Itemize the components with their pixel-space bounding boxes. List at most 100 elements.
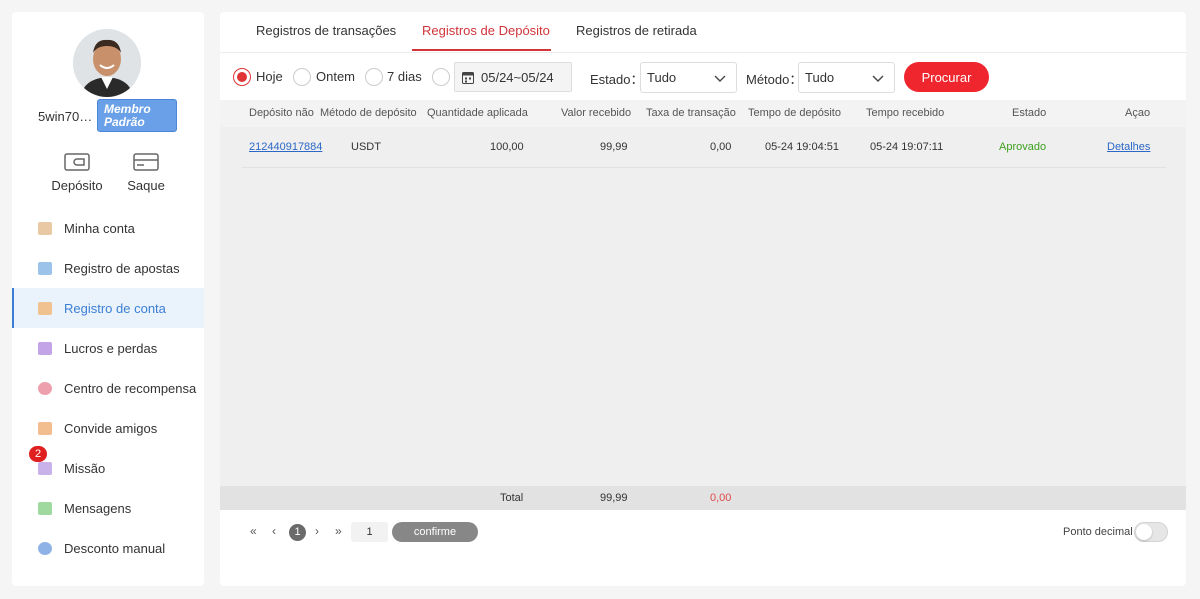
ledger-icon xyxy=(38,301,52,315)
mission-icon xyxy=(38,461,52,475)
column-header: Valor recebido xyxy=(561,107,632,119)
column-header: Tempo de depósito xyxy=(748,107,841,119)
current-page[interactable]: 1 xyxy=(289,524,306,541)
deposit-method-cell: USDT xyxy=(351,141,381,153)
member-level-badge: Membro Padrão xyxy=(97,99,177,132)
radio-ontem[interactable] xyxy=(293,68,311,86)
chevron-down-icon xyxy=(872,75,884,82)
metodo-select-value: Tudo xyxy=(805,70,835,85)
coins-icon xyxy=(38,221,52,235)
sidebar-item-label: Registro de apostas xyxy=(64,260,180,276)
radio-7-dias[interactable] xyxy=(365,68,383,86)
next-page-icon[interactable]: › xyxy=(315,524,319,538)
estado-select[interactable]: Tudo xyxy=(640,62,737,93)
message-icon xyxy=(38,501,52,515)
column-header: Tempo recebido xyxy=(866,107,945,119)
card-icon xyxy=(133,153,159,171)
sidebar-item-label: Desconto manual xyxy=(64,540,166,556)
radio-custom-range[interactable] xyxy=(432,68,450,86)
total-label: Total xyxy=(500,492,524,504)
active-tab-indicator xyxy=(412,49,551,51)
details-link[interactable]: Detalhes xyxy=(1107,141,1150,153)
date-range-value: 05/24~05/24 xyxy=(481,69,554,85)
reward-icon xyxy=(38,381,52,395)
calendar-icon xyxy=(462,71,474,84)
withdraw-button[interactable]: Saque xyxy=(116,152,176,193)
sidebar-item-label: Missão xyxy=(64,460,106,476)
user-avatar[interactable] xyxy=(73,29,141,97)
sidebar-item-minha-conta[interactable]: Minha conta xyxy=(12,208,204,248)
column-header: Método de depósito xyxy=(320,107,417,119)
applied-amount-cell: 100,00 xyxy=(490,141,524,153)
chart-icon xyxy=(38,341,52,355)
estado-filter-label: Estado： xyxy=(590,72,644,87)
sidebar-item-registro-apostas[interactable]: Registro de apostas xyxy=(12,248,204,288)
metodo-select[interactable]: Tudo xyxy=(798,62,895,93)
filter-bar: Hoje Ontem 7 dias 05/24~05/24 Estado： Tu… xyxy=(220,54,1186,99)
radio-ontem-label[interactable]: Ontem xyxy=(316,69,355,84)
total-received: 99,99 xyxy=(600,492,628,504)
table-total-row: Total 99,99 0,00 xyxy=(220,486,1186,510)
pagination: « ‹ 1 › » 1 confirme Ponto decimal xyxy=(220,520,1186,544)
search-button[interactable]: Procurar xyxy=(904,62,989,92)
main-panel: Registros de transações Registros de Dep… xyxy=(220,12,1186,586)
column-header: Quantidade aplicada xyxy=(427,107,528,119)
toggle-knob xyxy=(1136,524,1152,540)
sidebar: 5win70… Membro Padrão Depósito Saque Min… xyxy=(12,12,204,586)
total-fee: 0,00 xyxy=(710,492,732,504)
page-confirm-button[interactable]: confirme xyxy=(392,522,478,542)
page-jump-input[interactable]: 1 xyxy=(351,522,388,542)
sidebar-item-registro-conta[interactable]: Registro de conta xyxy=(12,288,204,328)
user-photo-avatar-icon xyxy=(73,29,141,97)
tab-registros-deposito[interactable]: Registros de Depósito xyxy=(422,23,550,38)
sidebar-item-label: Centro de recompensa xyxy=(64,380,197,396)
estado-select-value: Tudo xyxy=(647,70,677,85)
sidebar-item-convide-amigos[interactable]: Convide amigos xyxy=(12,408,204,448)
decimal-toggle[interactable] xyxy=(1134,522,1168,542)
chevron-down-icon xyxy=(714,75,726,82)
withdraw-label: Saque xyxy=(127,178,165,193)
last-page-icon[interactable]: » xyxy=(335,524,342,538)
status-cell: Aprovado xyxy=(999,141,1047,153)
tab-registros-retirada[interactable]: Registros de retirada xyxy=(576,23,697,38)
sidebar-item-lucros-perdas[interactable]: Lucros e perdas xyxy=(12,328,204,368)
sidebar-item-label: Mensagens xyxy=(64,500,132,516)
table-body: 212440917884 USDT 100,00 99,99 0,00 05-2… xyxy=(220,127,1186,486)
friends-icon xyxy=(38,421,52,435)
fee-cell: 0,00 xyxy=(710,141,732,153)
date-range-picker[interactable]: 05/24~05/24 xyxy=(454,62,572,92)
deposit-id-link[interactable]: 212440917884 xyxy=(249,141,322,153)
sidebar-item-centro-recompensa[interactable]: Centro de recompensa xyxy=(12,368,204,408)
tab-bar: Registros de transações Registros de Dep… xyxy=(220,12,1186,53)
sidebar-item-label: Convide amigos xyxy=(64,420,158,436)
radio-hoje[interactable] xyxy=(233,68,251,86)
received-amount-cell: 99,99 xyxy=(600,141,628,153)
sidebar-item-label: Minha conta xyxy=(64,220,135,236)
deposit-time-cell: 05-24 19:04:51 xyxy=(765,141,840,153)
radio-7-dias-label[interactable]: 7 dias xyxy=(387,69,422,84)
column-header: Açao xyxy=(1125,107,1151,119)
deposit-label: Depósito xyxy=(51,178,103,193)
table-header: Depósito não Método de depósito Quantida… xyxy=(220,100,1186,127)
sidebar-item-missao[interactable]: 2 Missão xyxy=(12,446,204,488)
deposit-button[interactable]: Depósito xyxy=(47,152,107,193)
column-header: Taxa de transação xyxy=(646,107,736,119)
list-icon xyxy=(38,261,52,275)
sidebar-item-label: Registro de conta xyxy=(64,300,166,316)
wallet-icon xyxy=(64,153,90,171)
column-header: Estado xyxy=(1012,107,1047,119)
username: 5win70… xyxy=(38,109,93,124)
sidebar-item-desconto-manual[interactable]: Desconto manual xyxy=(12,528,204,568)
first-page-icon[interactable]: « xyxy=(250,524,257,538)
sidebar-item-mensagens[interactable]: Mensagens xyxy=(12,488,204,528)
column-header: Depósito não xyxy=(249,107,314,119)
discount-icon xyxy=(38,541,52,555)
metodo-filter-label: Método： xyxy=(746,72,803,87)
received-time-cell: 05-24 19:07:11 xyxy=(870,141,944,153)
prev-page-icon[interactable]: ‹ xyxy=(272,524,276,538)
sidebar-item-label: Lucros e perdas xyxy=(64,340,158,356)
radio-hoje-label[interactable]: Hoje xyxy=(256,69,283,84)
decimal-toggle-label: Ponto decimal xyxy=(1063,526,1133,538)
sidebar-menu: Minha conta Registro de apostas Registro… xyxy=(12,208,204,568)
tab-registros-transacoes[interactable]: Registros de transações xyxy=(256,23,396,38)
